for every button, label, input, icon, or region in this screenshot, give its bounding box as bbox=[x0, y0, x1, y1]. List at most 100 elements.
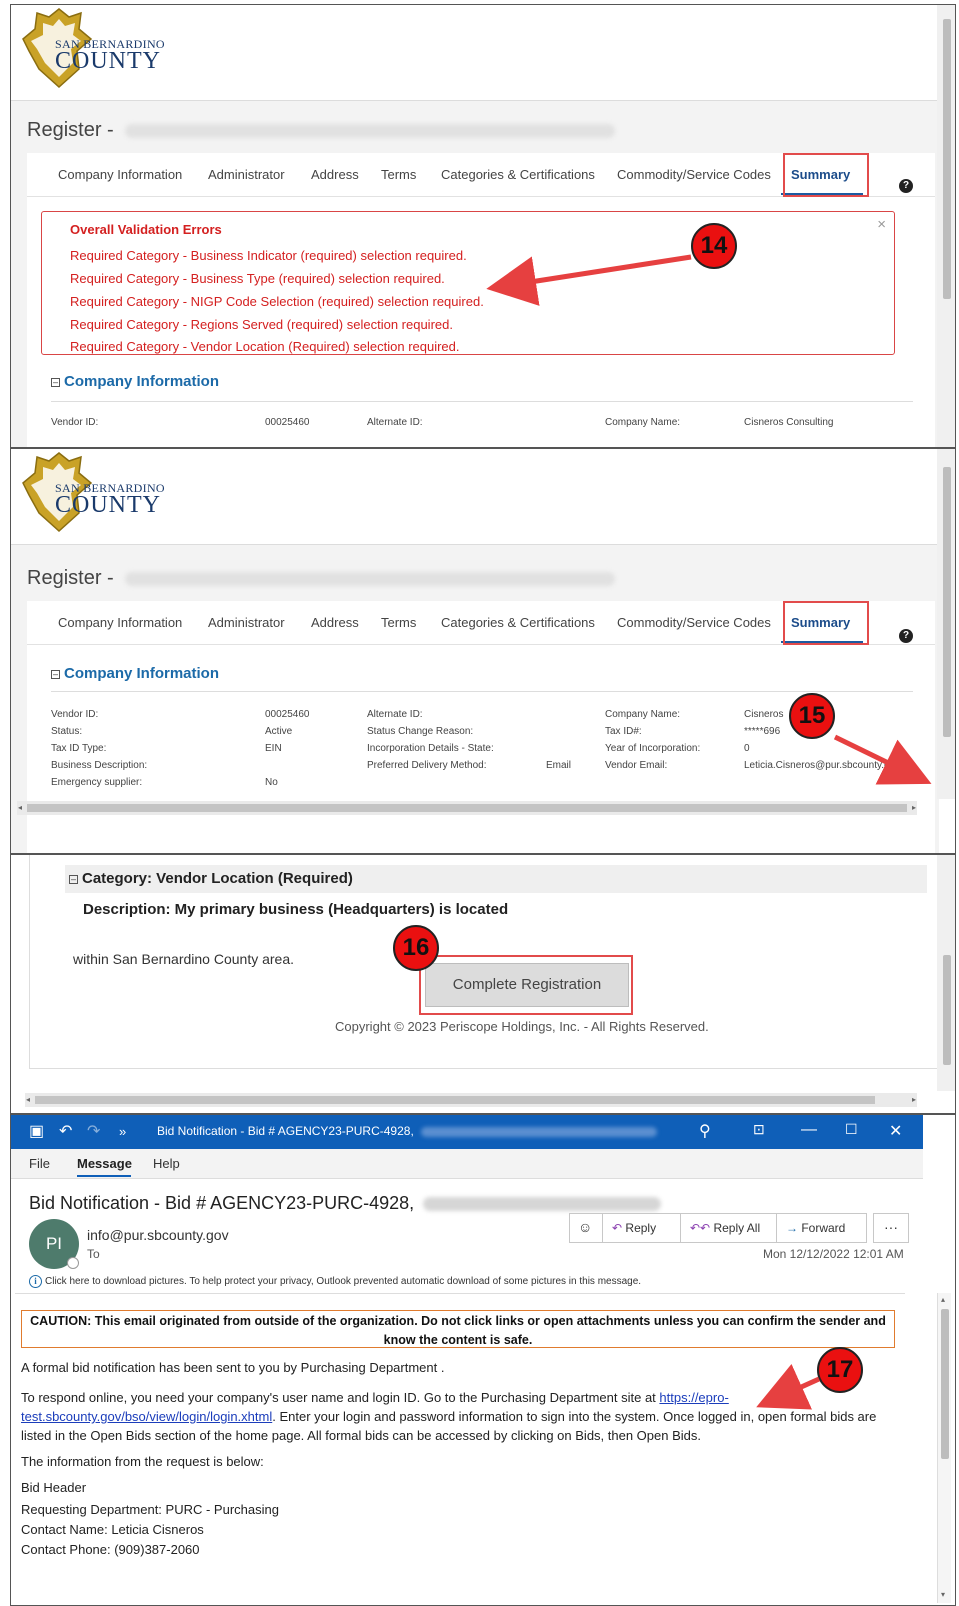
horizontal-scrollbar[interactable]: ◂ ▸ bbox=[25, 1093, 917, 1107]
vertical-scrollbar[interactable] bbox=[937, 855, 955, 1091]
search-icon[interactable]: ⚲ bbox=[699, 1121, 711, 1141]
scrollbar-thumb[interactable] bbox=[943, 955, 951, 1065]
ribbon-menubar: File Message Help bbox=[11, 1149, 923, 1179]
scrollbar-thumb[interactable] bbox=[941, 1309, 949, 1459]
divider bbox=[51, 401, 913, 402]
divider bbox=[680, 1214, 681, 1242]
validation-error-item: Required Category - Business Type (requi… bbox=[70, 271, 445, 286]
body-paragraph: Bid Header bbox=[21, 1480, 87, 1495]
tab-administrator[interactable]: Administrator bbox=[208, 167, 285, 182]
redacted-company-email bbox=[125, 571, 616, 586]
county-logo: SAN BERNARDINO COUNTY bbox=[19, 451, 179, 541]
horizontal-scrollbar[interactable]: ◂ ▸ bbox=[17, 801, 917, 815]
scrollbar-thumb[interactable] bbox=[943, 19, 951, 299]
download-pictures-notice[interactable]: i Click here to download pictures. To hel… bbox=[29, 1275, 641, 1288]
collapse-icon[interactable]: – bbox=[51, 669, 60, 679]
category-header[interactable]: – Category: Vendor Location (Required) bbox=[65, 865, 927, 893]
tab-categories-certifications[interactable]: Categories & Certifications bbox=[441, 167, 595, 182]
info-icon: i bbox=[29, 1275, 42, 1288]
menu-file[interactable]: File bbox=[29, 1156, 50, 1171]
close-window-icon[interactable]: ✕ bbox=[889, 1121, 902, 1141]
page-title: Register - bbox=[27, 567, 616, 590]
tab-categories-certifications[interactable]: Categories & Certifications bbox=[441, 615, 595, 630]
collapse-icon[interactable]: – bbox=[69, 874, 78, 884]
save-icon[interactable]: ▣ bbox=[29, 1121, 44, 1141]
ribbon-display-icon[interactable]: ⊡ bbox=[753, 1121, 765, 1138]
more-commands-icon[interactable]: » bbox=[119, 1124, 126, 1139]
question-circle-icon[interactable]: ? bbox=[899, 179, 913, 193]
category-description-continued: within San Bernardino County area. bbox=[73, 951, 295, 967]
more-actions-button[interactable]: ··· bbox=[873, 1213, 909, 1243]
field-label-alternate-id: Alternate ID: bbox=[367, 709, 423, 720]
validation-error-item: Required Category - Business Indicator (… bbox=[70, 248, 467, 263]
field-value-vendor-id: 00025460 bbox=[265, 417, 310, 428]
tab-company-information[interactable]: Company Information bbox=[58, 615, 182, 630]
tab-company-information[interactable]: Company Information bbox=[58, 167, 182, 182]
vertical-scrollbar[interactable] bbox=[937, 449, 955, 799]
step-badge-14: 14 bbox=[691, 223, 737, 269]
undo-icon[interactable]: ↶ bbox=[59, 1121, 72, 1141]
field-value-company-name: Cisneros Consulting bbox=[744, 417, 834, 428]
county-logo: SAN BERNARDINO COUNTY bbox=[19, 7, 179, 97]
body-text: To respond online, you need your company… bbox=[21, 1390, 660, 1405]
forward-button[interactable]: → Forward bbox=[786, 1221, 845, 1235]
body-paragraph-login: To respond online, you need your company… bbox=[21, 1388, 901, 1445]
scroll-left-icon[interactable]: ◂ bbox=[18, 803, 22, 812]
category-title-text: Category: Vendor Location (Required) bbox=[82, 870, 353, 887]
menu-message[interactable]: Message bbox=[77, 1156, 132, 1171]
category-description: Description: My primary business (Headqu… bbox=[83, 901, 509, 918]
email-actions: ☺ ↶ Reply ↶↶ Reply All → Forward bbox=[569, 1213, 867, 1243]
registration-summary-panel-validation: SAN BERNARDINO COUNTY Register - Company… bbox=[10, 4, 956, 448]
section-title: Company Information bbox=[64, 373, 220, 390]
highlight-box-summary bbox=[783, 601, 869, 645]
scrollbar-thumb[interactable] bbox=[35, 1096, 875, 1104]
collapse-icon[interactable]: – bbox=[51, 377, 60, 387]
tab-address[interactable]: Address bbox=[311, 167, 359, 182]
complete-registration-button[interactable]: Complete Registration bbox=[425, 963, 629, 1007]
close-icon[interactable]: × bbox=[877, 216, 886, 233]
scroll-down-icon[interactable]: ▾ bbox=[941, 1590, 945, 1599]
scroll-right-icon[interactable]: ▸ bbox=[912, 1095, 916, 1104]
logo-text-county: COUNTY bbox=[55, 492, 161, 518]
scroll-left-icon[interactable]: ◂ bbox=[26, 1095, 30, 1104]
reply-button[interactable]: ↶ Reply bbox=[612, 1221, 656, 1235]
body-paragraph: Contact Name: Leticia Cisneros bbox=[21, 1522, 204, 1537]
vertical-scrollbar[interactable]: ▴ ▾ bbox=[937, 1293, 951, 1603]
field-label-status-change: Status Change Reason: bbox=[367, 726, 474, 737]
emoji-reaction-icon[interactable]: ☺ bbox=[578, 1219, 592, 1235]
scroll-up-icon[interactable]: ▴ bbox=[941, 1295, 945, 1304]
scrollbar-thumb[interactable] bbox=[27, 804, 907, 812]
scrollbar-thumb[interactable] bbox=[943, 467, 951, 737]
validation-title: Overall Validation Errors bbox=[70, 222, 222, 237]
logo-text-county: COUNTY bbox=[55, 48, 161, 74]
field-value-company-name: Cisneros bbox=[744, 709, 784, 720]
outlook-email-panel: ▣ ↶ ↷ » Bid Notification - Bid # AGENCY2… bbox=[10, 1114, 956, 1606]
redo-icon[interactable]: ↷ bbox=[87, 1121, 100, 1141]
window-titlebar: ▣ ↶ ↷ » Bid Notification - Bid # AGENCY2… bbox=[11, 1115, 923, 1149]
sender-address[interactable]: info@pur.sbcounty.gov bbox=[87, 1227, 229, 1243]
tab-administrator[interactable]: Administrator bbox=[208, 615, 285, 630]
maximize-icon[interactable]: ☐ bbox=[845, 1121, 858, 1138]
tab-terms[interactable]: Terms bbox=[381, 615, 416, 630]
step-badge-17: 17 bbox=[817, 1347, 863, 1393]
vertical-scrollbar[interactable] bbox=[937, 5, 955, 447]
field-label-vendor-email: Vendor Email: bbox=[605, 760, 668, 771]
divider bbox=[776, 1214, 777, 1242]
section-company-information[interactable]: – Company Information bbox=[51, 373, 219, 390]
reply-all-button[interactable]: ↶↶ Reply All bbox=[690, 1221, 760, 1235]
minimize-icon[interactable]: — bbox=[801, 1121, 817, 1139]
field-label-tax-id: Tax ID#: bbox=[605, 726, 642, 737]
field-label-emergency: Emergency supplier: bbox=[51, 777, 143, 788]
tab-commodity-service-codes[interactable]: Commodity/Service Codes bbox=[617, 615, 771, 630]
redacted-subject bbox=[423, 1197, 662, 1212]
site-header: SAN BERNARDINO COUNTY bbox=[11, 5, 939, 101]
tab-terms[interactable]: Terms bbox=[381, 167, 416, 182]
section-company-information[interactable]: – Company Information bbox=[51, 665, 219, 682]
question-circle-icon[interactable]: ? bbox=[899, 629, 913, 643]
scroll-right-icon[interactable]: ▸ bbox=[912, 803, 916, 812]
tab-commodity-service-codes[interactable]: Commodity/Service Codes bbox=[617, 167, 771, 182]
tab-address[interactable]: Address bbox=[311, 615, 359, 630]
redacted-title bbox=[421, 1126, 658, 1137]
menu-help[interactable]: Help bbox=[153, 1156, 180, 1171]
field-label-year: Year of Incorporation: bbox=[605, 743, 701, 754]
